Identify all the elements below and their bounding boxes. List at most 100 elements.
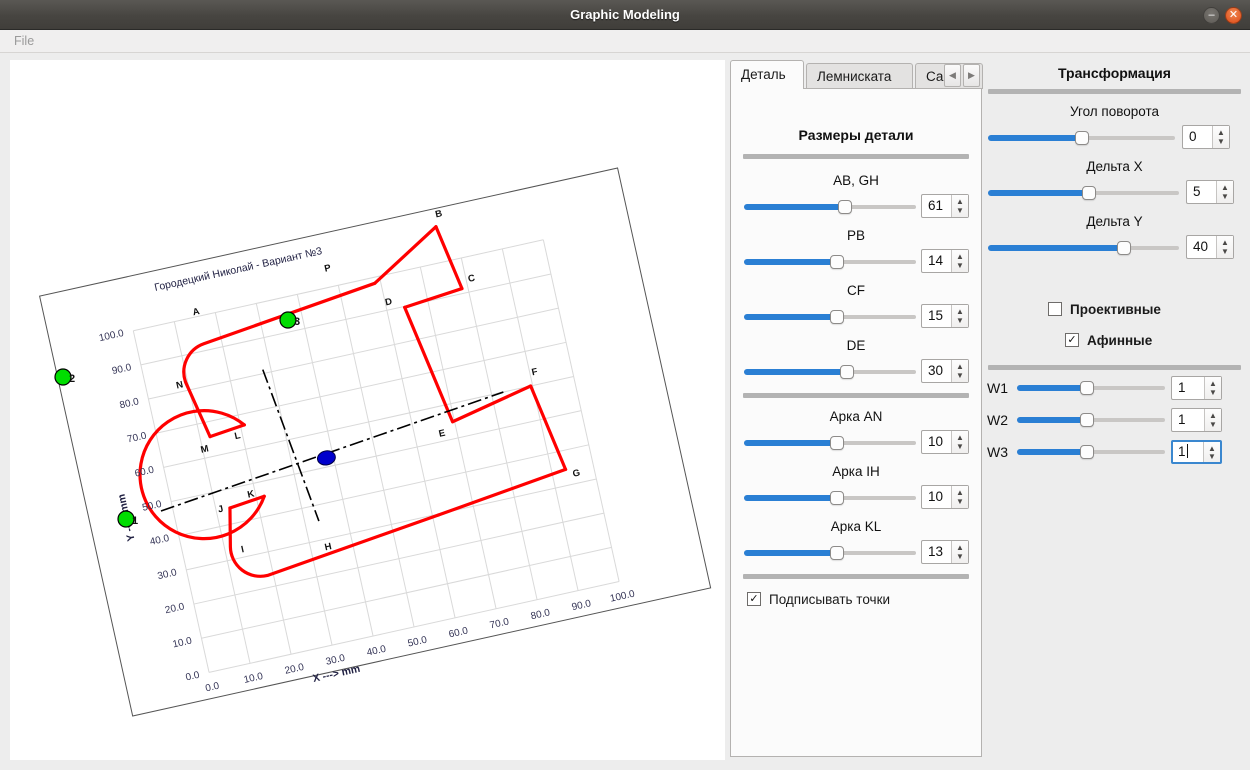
spinbox-pb[interactable]: 14 ▲ ▼ [921, 249, 969, 273]
spin-down-icon[interactable]: ▼ [1217, 192, 1233, 203]
slider-cf[interactable] [744, 308, 916, 326]
plot-canvas[interactable]: A B C D E F G H I J K L M N P 0.0 10.0 2… [10, 60, 725, 760]
spin-up-icon[interactable]: ▲ [1204, 442, 1220, 453]
slider-handle[interactable] [838, 200, 853, 214]
slider-arc-ih[interactable] [744, 489, 916, 507]
slider-handle[interactable] [1082, 186, 1097, 200]
slider-arc-an[interactable] [744, 434, 916, 452]
slider-handle[interactable] [829, 491, 844, 505]
checkbox-affine[interactable]: ✓ Афинные [1065, 331, 1240, 351]
checkbox-box[interactable]: ✓ [1065, 333, 1079, 347]
slider-label-pb: PB [846, 228, 865, 243]
spin-up-icon[interactable]: ▲ [952, 360, 968, 371]
spinbox-w1[interactable]: 1 ▲ ▼ [1171, 376, 1222, 400]
slider-de[interactable] [744, 363, 916, 381]
slider-fill [1017, 385, 1087, 391]
spinbox-buttons[interactable]: ▲ ▼ [951, 486, 968, 508]
slider-delta-y[interactable] [988, 239, 1179, 257]
spinbox-buttons[interactable]: ▲ ▼ [951, 250, 968, 272]
spin-up-icon[interactable]: ▲ [1205, 377, 1221, 388]
slider-handle[interactable] [1079, 381, 1094, 395]
tab-scroll-right-button[interactable]: ▶ [963, 64, 980, 87]
slider-ab-gh[interactable] [744, 198, 916, 216]
slider-handle[interactable] [829, 255, 844, 269]
spinbox-de[interactable]: 30 ▲ ▼ [921, 359, 969, 383]
spin-up-icon[interactable]: ▲ [1217, 181, 1233, 192]
spin-down-icon[interactable]: ▼ [952, 206, 968, 217]
spin-up-icon[interactable]: ▲ [952, 541, 968, 552]
slider-handle[interactable] [840, 365, 855, 379]
spinbox-buttons[interactable]: ▲ ▼ [1212, 126, 1229, 148]
spinbox-delta-x[interactable]: 5 ▲ ▼ [1186, 180, 1234, 204]
spinbox-arc-an[interactable]: 10 ▲ ▼ [921, 430, 969, 454]
slider-arc-kl[interactable] [744, 544, 916, 562]
spin-up-icon[interactable]: ▲ [952, 195, 968, 206]
spin-up-icon[interactable]: ▲ [952, 431, 968, 442]
spin-down-icon[interactable]: ▼ [1205, 420, 1221, 431]
spinbox-rotation-angle[interactable]: 0 ▲ ▼ [1182, 125, 1230, 149]
spinbox-w2[interactable]: 1 ▲ ▼ [1171, 408, 1222, 432]
slider-w3[interactable] [1017, 443, 1165, 461]
spin-up-icon[interactable]: ▲ [1213, 126, 1229, 137]
tab-scroll-left-button[interactable]: ◀ [944, 64, 961, 87]
slider-delta-x[interactable] [988, 184, 1179, 202]
transform-panel: Трансформация Угол поворота 0 ▲ ▼ Дельта… [986, 56, 1250, 756]
spinbox-cf[interactable]: 15 ▲ ▼ [921, 304, 969, 328]
spinbox-arc-ih[interactable]: 10 ▲ ▼ [921, 485, 969, 509]
slider-pb[interactable] [744, 253, 916, 271]
checkbox-box[interactable] [1048, 302, 1062, 316]
spin-up-icon[interactable]: ▲ [952, 305, 968, 316]
slider-fill [744, 495, 837, 501]
slider-w1[interactable] [1017, 379, 1165, 397]
checkbox-projective[interactable]: Проективные [1048, 300, 1238, 320]
spin-down-icon[interactable]: ▼ [952, 261, 968, 272]
spin-down-icon[interactable]: ▼ [1213, 137, 1229, 148]
spin-down-icon[interactable]: ▼ [952, 552, 968, 563]
spinbox-arc-kl[interactable]: 13 ▲ ▼ [921, 540, 969, 564]
slider-handle[interactable] [1079, 413, 1094, 427]
spinbox-buttons[interactable]: ▲ ▼ [951, 195, 968, 217]
spinbox-w3[interactable]: 1 ▲ ▼ [1171, 440, 1222, 464]
tab-lemniscate[interactable]: Лемниската [806, 63, 913, 89]
spin-down-icon[interactable]: ▼ [952, 316, 968, 327]
spinbox-delta-y[interactable]: 40 ▲ ▼ [1186, 235, 1234, 259]
spin-down-icon[interactable]: ▼ [1217, 247, 1233, 258]
close-button[interactable]: ✕ [1225, 7, 1242, 24]
slider-handle[interactable] [829, 436, 844, 450]
spinbox-buttons[interactable]: ▲ ▼ [1203, 442, 1220, 462]
slider-handle[interactable] [1116, 241, 1131, 255]
slider-fill [744, 440, 837, 446]
slider-handle[interactable] [829, 310, 844, 324]
spinbox-buttons[interactable]: ▲ ▼ [951, 360, 968, 382]
spinbox-buttons[interactable]: ▲ ▼ [1216, 181, 1233, 203]
menu-item-file[interactable]: File [8, 30, 40, 53]
tab-detail[interactable]: Деталь [730, 60, 804, 89]
checkbox-box[interactable]: ✓ [747, 592, 761, 606]
spinbox-buttons[interactable]: ▲ ▼ [1216, 236, 1233, 258]
minimize-button[interactable]: – [1203, 7, 1220, 24]
slider-rotation-angle[interactable] [988, 129, 1175, 147]
spinbox-cf-value: 15 [928, 308, 944, 323]
spin-down-icon[interactable]: ▼ [952, 371, 968, 382]
spin-down-icon[interactable]: ▼ [952, 442, 968, 453]
spinbox-buttons[interactable]: ▲ ▼ [1204, 377, 1221, 399]
checkbox-label-points[interactable]: ✓ Подписывать точки [747, 590, 969, 610]
spin-up-icon[interactable]: ▲ [952, 250, 968, 261]
spin-down-icon[interactable]: ▼ [952, 497, 968, 508]
spin-up-icon[interactable]: ▲ [1205, 409, 1221, 420]
slider-w2[interactable] [1017, 411, 1165, 429]
spinbox-buttons[interactable]: ▲ ▼ [951, 431, 968, 453]
text-caret [1186, 444, 1188, 458]
tab-panel-detail: Размеры детали AB, GH 61 ▲ ▼ PB 14 ▲ ▼ C… [730, 88, 982, 757]
spinbox-buttons[interactable]: ▲ ▼ [951, 305, 968, 327]
slider-handle[interactable] [829, 546, 844, 560]
spin-up-icon[interactable]: ▲ [952, 486, 968, 497]
slider-handle[interactable] [1079, 445, 1094, 459]
spin-up-icon[interactable]: ▲ [1217, 236, 1233, 247]
spinbox-buttons[interactable]: ▲ ▼ [1204, 409, 1221, 431]
spin-down-icon[interactable]: ▼ [1204, 452, 1220, 462]
slider-handle[interactable] [1074, 131, 1089, 145]
spinbox-buttons[interactable]: ▲ ▼ [951, 541, 968, 563]
spinbox-ab-gh[interactable]: 61 ▲ ▼ [921, 194, 969, 218]
spin-down-icon[interactable]: ▼ [1205, 388, 1221, 399]
